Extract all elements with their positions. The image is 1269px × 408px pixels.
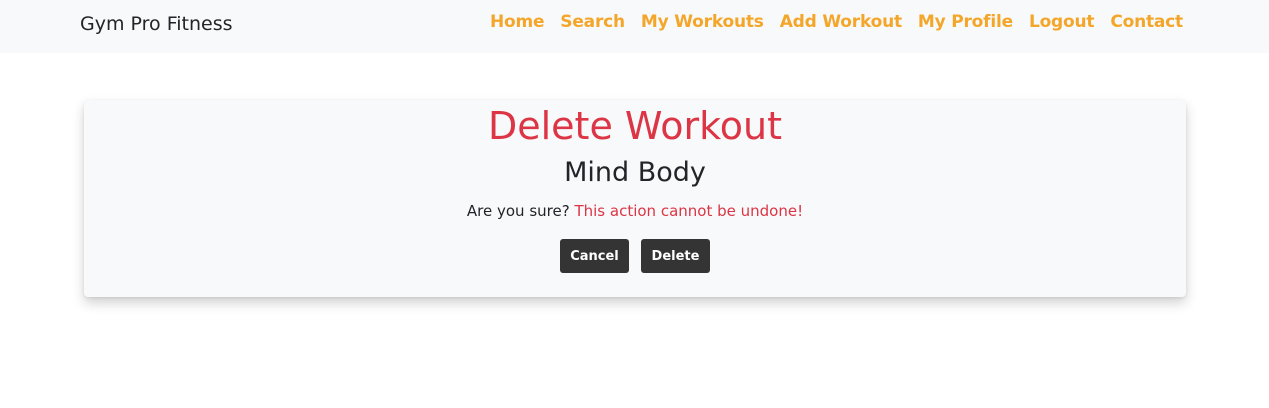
nav-link-my-workouts[interactable]: My Workouts [641,12,764,32]
nav-link-my-profile[interactable]: My Profile [918,12,1013,32]
nav-links: Home Search My Workouts Add Workout My P… [490,12,1183,32]
button-row: Cancel Delete [84,239,1186,273]
delete-button[interactable]: Delete [641,239,710,273]
warning-text: This action cannot be undone! [574,202,804,220]
navbar: Gym Pro Fitness Home Search My Workouts … [0,0,1269,53]
nav-link-logout[interactable]: Logout [1029,12,1095,32]
page-title: Delete Workout [487,104,783,148]
confirmation-message: Are you sure? This action cannot be undo… [84,202,1186,220]
nav-link-add-workout[interactable]: Add Workout [780,12,902,32]
nav-link-home[interactable]: Home [490,12,545,32]
cancel-button[interactable]: Cancel [560,239,629,273]
nav-link-contact[interactable]: Contact [1110,12,1183,32]
confirmation-question: Are you sure? [466,202,570,220]
nav-link-search[interactable]: Search [560,12,625,32]
delete-confirmation-card: Delete Workout Mind Body Are you sure? T… [84,100,1186,297]
workout-name: Mind Body [564,157,706,188]
brand-link[interactable]: Gym Pro Fitness [80,13,233,35]
